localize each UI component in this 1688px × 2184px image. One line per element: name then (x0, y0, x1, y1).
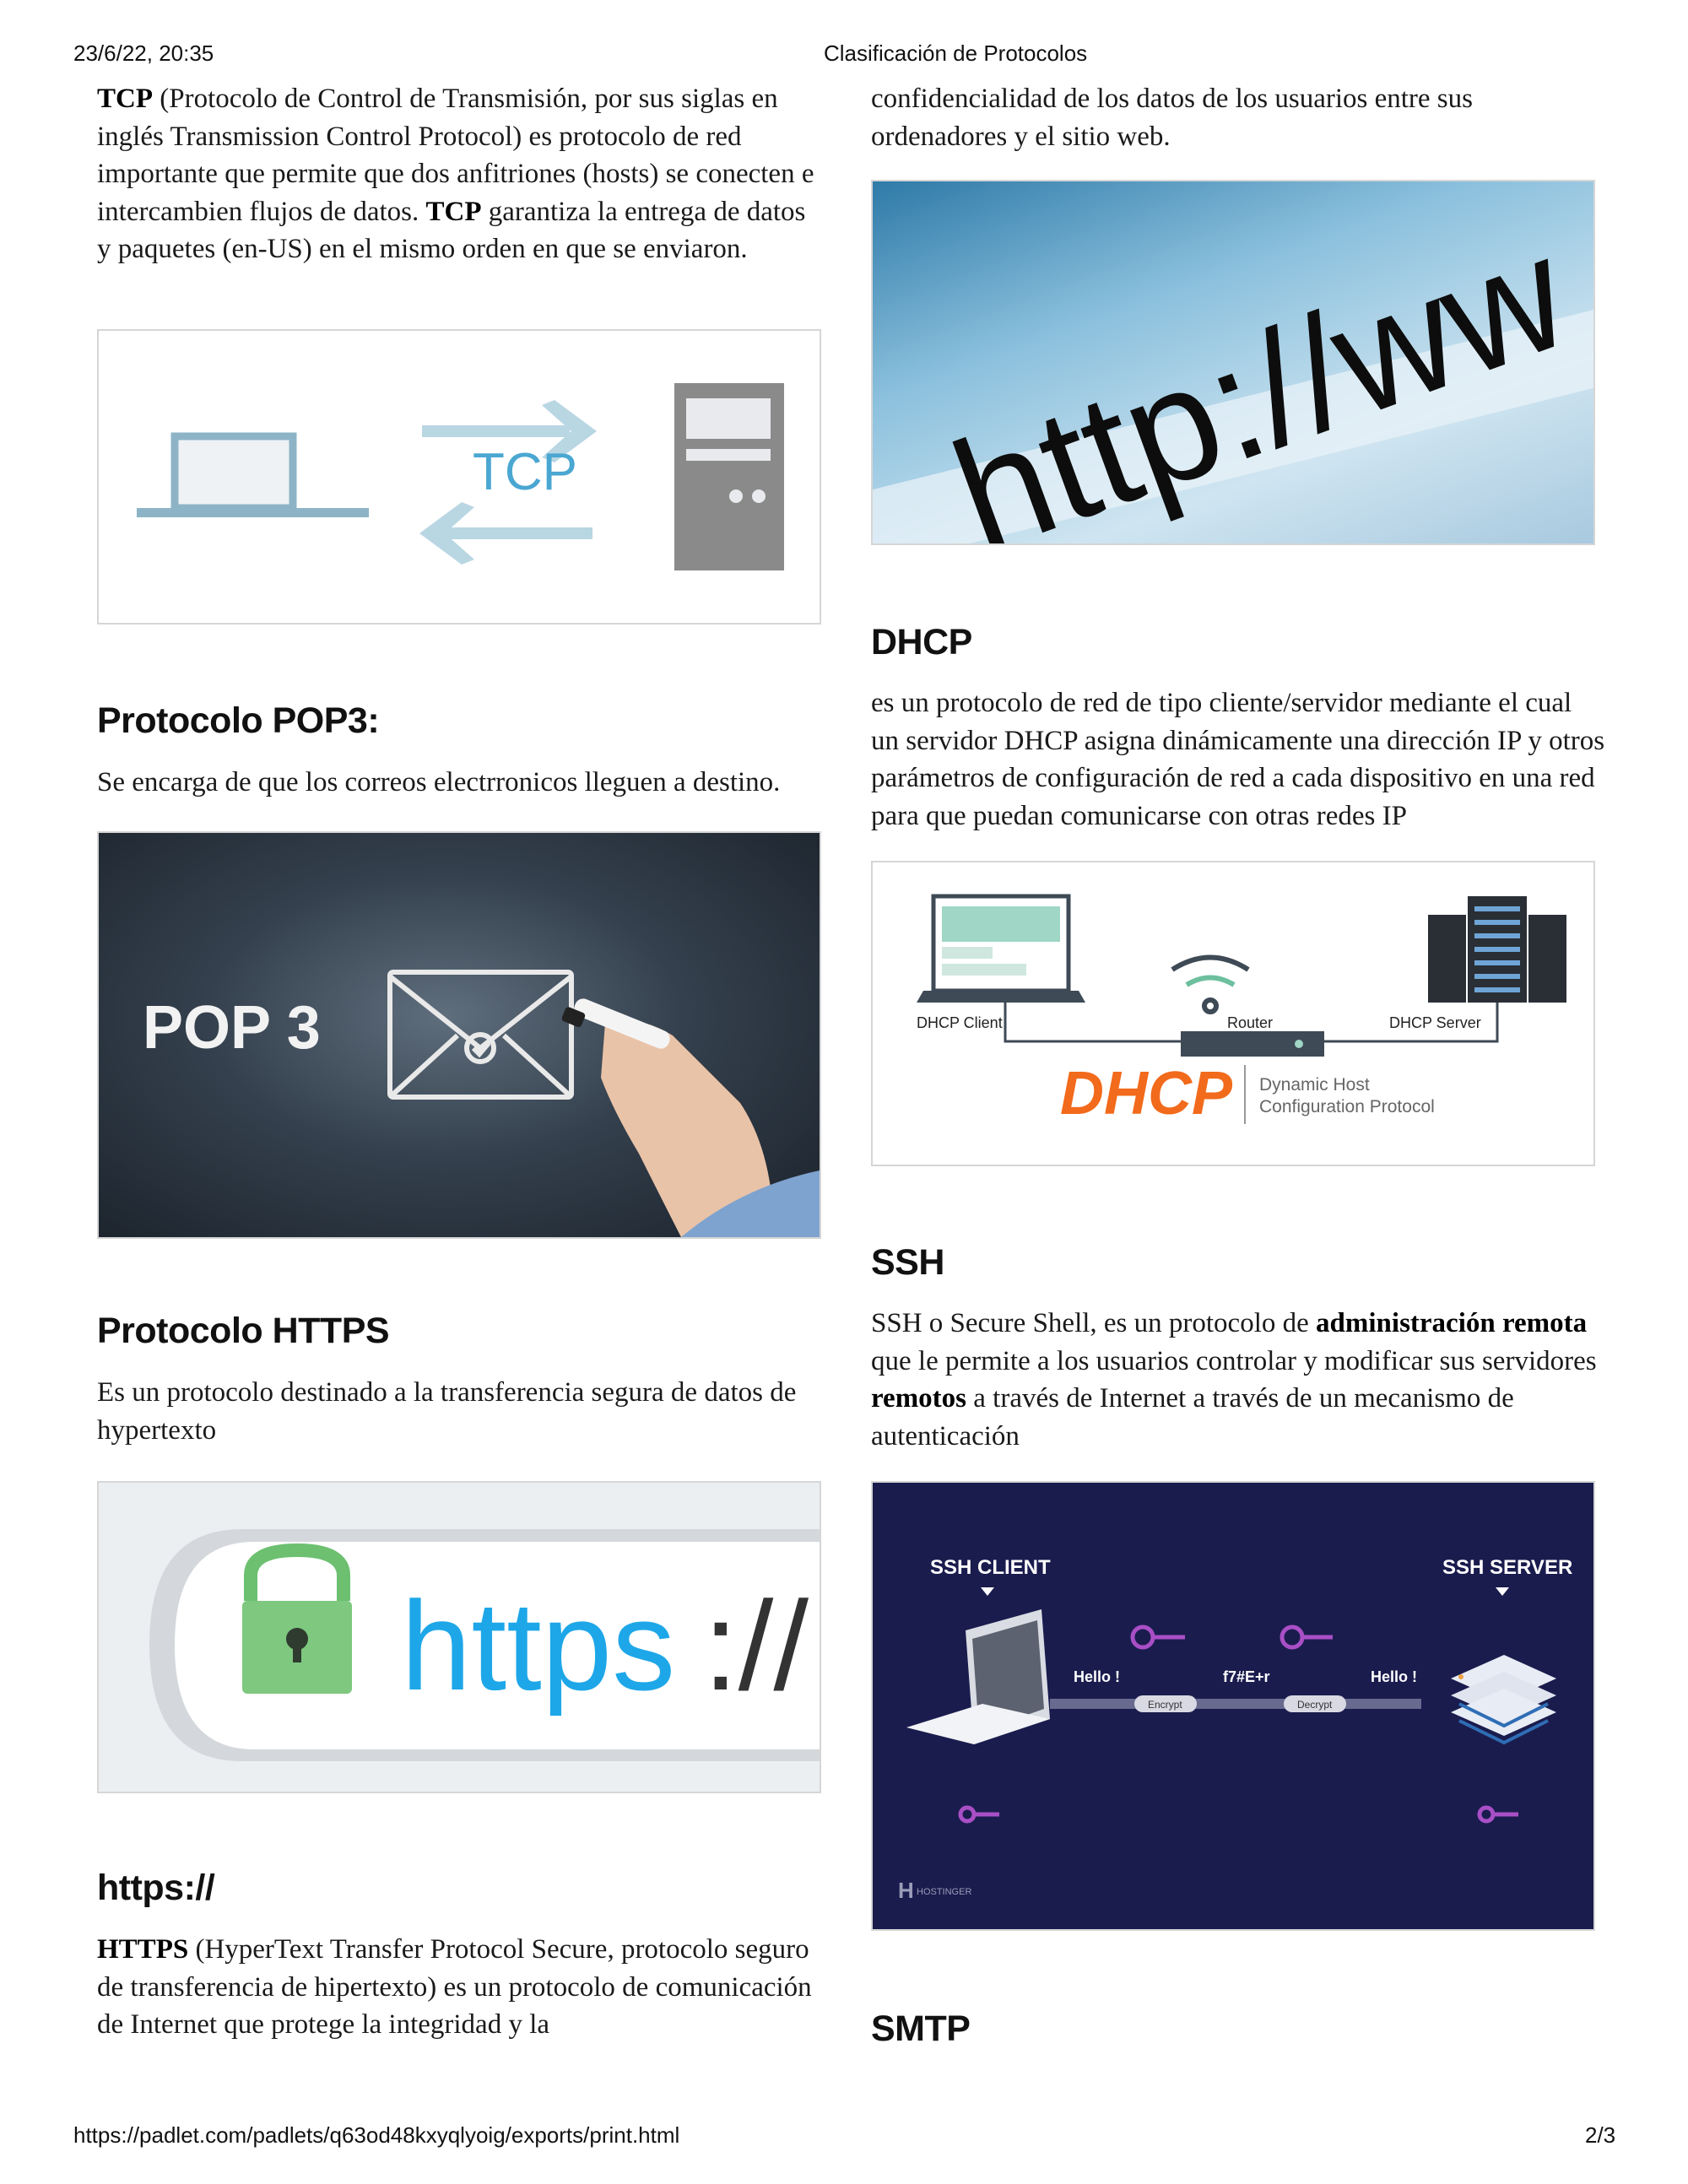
tcp-paragraph: TCP (Protocolo de Control de Transmisión… (97, 80, 823, 268)
dhcp-heading: DHCP (871, 622, 972, 662)
pop3-heading: Protocolo POP3: (97, 700, 380, 742)
ssh-body: SSH o Secure Shell, es un protocolo de a… (871, 1305, 1614, 1455)
dhcp-logo-line2: Configuration Protocol (1259, 1097, 1435, 1116)
pop3-body: Se encarga de que los correos electrroni… (97, 767, 781, 797)
server-rack-icon (1428, 896, 1566, 1003)
ssh-image: SSH CLIENT SSH SERVER Encrypt Decrypt He… (871, 1481, 1595, 1931)
https2-text: (HyperText Transfer Protocol Secure, pro… (97, 1934, 812, 2040)
ssh-server-label: SSH SERVER (1442, 1556, 1572, 1579)
hostinger-brand: HOSTINGER (917, 1887, 971, 1897)
server-stack-icon (1451, 1655, 1556, 1745)
dhcp-image: DHCP Client Router DHCP Server DHCP Dyna… (871, 861, 1595, 1166)
print-page-number: 2/3 (1585, 2122, 1616, 2148)
https-body: Es un protocolo destinado a la transfere… (97, 1377, 797, 1446)
decrypt-label: Decrypt (1297, 1699, 1333, 1711)
https-heading: Protocolo HTTPS (97, 1311, 390, 1352)
hello-right: Hello ! (1371, 1668, 1417, 1685)
hello-left: Hello ! (1074, 1668, 1120, 1685)
pop3-image: POP 3 (97, 831, 821, 1239)
cipher-text: f7#E+r (1223, 1668, 1270, 1685)
ssh-text-1: SSH o Secure Shell, es un protocolo de (871, 1308, 1317, 1338)
laptop-icon (906, 1609, 1050, 1744)
https2-body: HTTPS (HyperText Transfer Protocol Secur… (97, 1931, 823, 2044)
svg-text:://: :// (703, 1575, 809, 1716)
print-datetime: 23/6/22, 20:35 (73, 41, 214, 66)
smtp-heading: SMTP (871, 2008, 971, 2049)
ssh-text-3: a través de Internet a través de un meca… (871, 1383, 1514, 1451)
left-column: TCP (Protocolo de Control de Transmisión… (97, 80, 823, 268)
https-label: https (401, 1575, 675, 1716)
dhcp-body: es un protocolo de red de tipo cliente/s… (871, 688, 1605, 831)
tcp-bold: TCP (97, 84, 153, 114)
ssh-heading: SSH (871, 1242, 944, 1283)
laptop-icon (917, 894, 1085, 1003)
https-continued-body: confidencialidad de los datos de los usu… (871, 84, 1473, 152)
print-url[interactable]: https://padlet.com/padlets/q63od48kxyqly… (73, 2122, 679, 2149)
tcp-label: TCP (473, 443, 577, 501)
tcp-bold-2: TCP (425, 196, 482, 227)
svg-text:H: H (898, 1878, 914, 1903)
dhcp-client-label: DHCP Client (917, 1014, 1003, 1031)
right-column: confidencialidad de los datos de los usu… (871, 80, 1597, 155)
hand-with-marker-icon (561, 998, 820, 1237)
http-label: http://ww (933, 203, 1589, 543)
dhcp-logo-line1: Dynamic Host (1259, 1075, 1370, 1095)
laptop-icon (137, 432, 369, 517)
router-icon (1181, 1031, 1324, 1057)
print-title: Clasificación de Protocolos (824, 41, 1088, 66)
tcp-image: TCP (97, 329, 821, 624)
pop3-heading-text: Protocolo POP3: (97, 700, 380, 741)
https-image: https :// (97, 1481, 821, 1793)
envelope-icon (387, 970, 574, 1100)
dhcp-server-label: DHCP Server (1389, 1014, 1481, 1031)
https2-heading: https:// (97, 1868, 215, 1908)
ssh-client-label: SSH CLIENT (930, 1556, 1051, 1579)
wifi-icon (1171, 954, 1250, 1014)
ssh-bold-2: remotos (871, 1383, 967, 1414)
ssh-text-2: que le permite a los usuarios controlar … (871, 1345, 1597, 1376)
ssh-bold-1: administración remota (1316, 1308, 1588, 1338)
dhcp-logo: DHCP (1060, 1060, 1233, 1127)
arrows-icon: TCP (419, 400, 597, 565)
https-heading-text: Protocolo HTTPS (97, 1311, 390, 1351)
pop3-label: POP 3 (143, 994, 321, 1062)
encrypt-label: Encrypt (1148, 1699, 1182, 1711)
https2-bold: HTTPS (97, 1934, 189, 1965)
server-icon (674, 383, 784, 570)
router-label: Router (1227, 1014, 1273, 1031)
http-image: http://ww (871, 180, 1595, 545)
